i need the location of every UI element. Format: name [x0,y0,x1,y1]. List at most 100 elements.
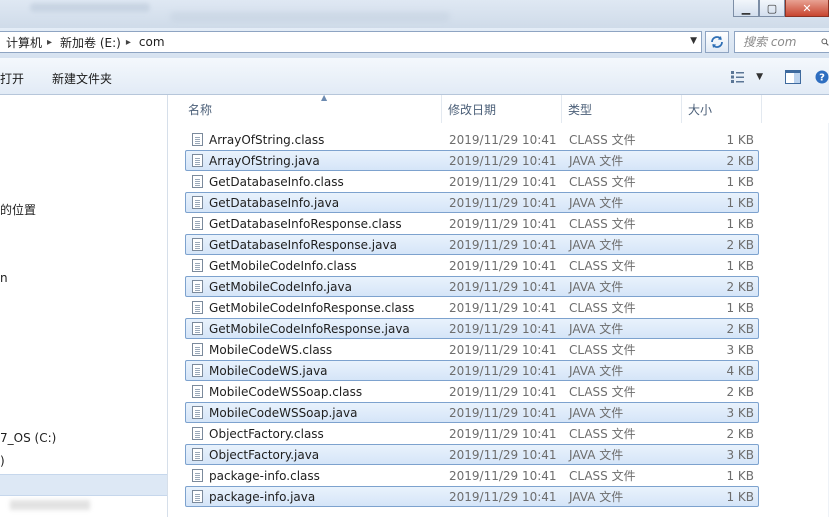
file-type: JAVA 文件 [569,280,624,294]
file-row[interactable]: GetDatabaseInfoResponse.java 2019/11/29 1… [185,234,759,255]
file-list-pane[interactable]: ▲ 名称 修改日期 类型 大小 ArrayOfString.class 2019/… [168,93,829,517]
file-row[interactable]: ArrayOfString.java 2019/11/29 10:41 JAVA 文… [185,150,759,171]
file-modified-date: 2019/11/29 10:41 [449,217,557,231]
maximize-button[interactable]: ▢ [759,0,785,17]
file-row[interactable]: GetMobileCodeInfoResponse.java 2019/11/29… [185,318,759,339]
file-type: JAVA 文件 [569,196,624,210]
document-icon [192,427,203,440]
document-icon [192,217,203,230]
breadcrumb-com[interactable]: com [133,35,168,49]
file-row[interactable]: MobileCodeWSSoap.class 2019/11/29 10:41 CL… [185,381,759,402]
file-modified-date: 2019/11/29 10:41 [449,322,557,336]
file-row[interactable]: GetDatabaseInfo.java 2019/11/29 10:41 JAVA… [185,192,759,213]
file-row[interactable]: GetDatabaseInfoResponse.class 2019/11/29 … [185,213,759,234]
file-modified-date: 2019/11/29 10:41 [449,490,557,504]
file-name: GetMobileCodeInfo.class [209,259,357,273]
file-modified-date: 2019/11/29 10:41 [449,406,557,420]
column-header-date[interactable]: 修改日期 [442,95,562,123]
file-name: MobileCodeWSSoap.class [209,385,363,399]
file-type: CLASS 文件 [569,469,636,483]
search-box[interactable] [734,31,829,53]
file-name: GetMobileCodeInfoResponse.class [209,301,415,315]
file-modified-date: 2019/11/29 10:41 [449,238,557,252]
file-name: ObjectFactory.java [209,448,320,462]
file-name: GetMobileCodeInfoResponse.java [209,322,410,336]
view-tools: ▼ ? [721,67,829,87]
file-row[interactable]: ObjectFactory.java 2019/11/29 10:41 JAVA 文… [185,444,759,465]
file-name: ArrayOfString.java [209,154,320,168]
file-size: 1 KB [726,217,754,231]
search-icon[interactable] [821,36,829,48]
file-size: 1 KB [726,133,754,147]
breadcrumb-separator-icon[interactable]: ▸ [45,37,54,48]
refresh-button[interactable] [705,31,729,53]
blurred-nav-region [10,500,90,510]
blurred-title-region-2 [170,12,450,22]
new-folder-button[interactable]: 新建文件夹 [52,70,112,87]
nav-item-selected[interactable] [0,474,167,496]
file-name: MobileCodeWS.java [209,364,328,378]
file-row[interactable]: GetMobileCodeInfo.class 2019/11/29 10:41 C… [185,255,759,276]
breadcrumb-drive-e[interactable]: 新加卷 (E:) [54,34,124,51]
file-row[interactable]: MobileCodeWS.java 2019/11/29 10:41 JAVA 文件… [185,360,759,381]
file-row[interactable]: GetMobileCodeInfo.java 2019/11/29 10:41 JA… [185,276,759,297]
address-history-dropdown-icon[interactable]: ▼ [690,36,697,46]
document-icon [192,196,203,209]
preview-pane-icon [785,70,801,84]
file-modified-date: 2019/11/29 10:41 [449,154,557,168]
chevron-down-icon[interactable]: ▼ [756,72,763,82]
file-type: JAVA 文件 [569,322,624,336]
column-header-size-label: 大小 [688,102,713,117]
file-row[interactable]: GetMobileCodeInfoResponse.class 2019/11/2… [185,297,759,318]
file-name: GetDatabaseInfo.class [209,175,344,189]
file-row[interactable]: package-info.java 2019/11/29 10:41 JAVA 文件… [185,486,759,507]
preview-pane-button[interactable] [785,70,801,84]
file-size: 2 KB [726,385,754,399]
file-row[interactable]: ObjectFactory.class 2019/11/29 10:41 CLASS… [185,423,759,444]
column-header-type-label: 类型 [568,102,593,117]
file-size: 1 KB [726,490,754,504]
document-icon [192,133,203,146]
file-name: MobileCodeWSSoap.java [209,406,358,420]
open-button[interactable]: 打开 [0,70,24,87]
search-input[interactable] [741,34,821,50]
close-button[interactable]: ✕ [785,0,829,17]
file-modified-date: 2019/11/29 10:41 [449,175,557,189]
nav-item-recent-places[interactable]: 的位置 [0,201,36,218]
nav-item-drive-partial[interactable]: ) [0,454,5,468]
breadcrumb-computer[interactable]: 计算机 [0,34,45,51]
file-modified-date: 2019/11/29 10:41 [449,280,557,294]
column-header-type[interactable]: 类型 [562,95,682,123]
document-icon [192,322,203,335]
file-row[interactable]: MobileCodeWSSoap.java 2019/11/29 10:41 JAV… [185,402,759,423]
file-modified-date: 2019/11/29 10:41 [449,427,557,441]
view-options-button[interactable]: ▼ [731,71,763,83]
file-size: 1 KB [726,301,754,315]
document-icon [192,280,203,293]
file-type: CLASS 文件 [569,343,636,357]
file-type: CLASS 文件 [569,259,636,273]
file-row[interactable]: ArrayOfString.class 2019/11/29 10:41 CLASS… [185,129,759,150]
file-row[interactable]: package-info.class 2019/11/29 10:41 CLASS … [185,465,759,486]
nav-item-drive-c[interactable]: 7_OS (C:) [0,431,56,445]
file-list: ArrayOfString.class 2019/11/29 10:41 CLASS… [185,129,759,507]
file-modified-date: 2019/11/29 10:41 [449,448,557,462]
nav-item-partial[interactable]: n [0,271,8,285]
minimize-button[interactable]: ▁ [733,0,759,17]
breadcrumb-separator-icon[interactable]: ▸ [124,37,133,48]
file-row[interactable]: MobileCodeWS.class 2019/11/29 10:41 CLASS … [185,339,759,360]
document-icon [192,343,203,356]
document-icon [192,154,203,167]
file-size: 3 KB [726,448,754,462]
file-name: GetMobileCodeInfo.java [209,280,352,294]
address-bar[interactable]: 计算机 ▸ 新加卷 (E:) ▸ com ▼ [0,31,702,53]
column-header-name[interactable]: ▲ 名称 [182,93,442,123]
column-header-name-label: 名称 [188,102,213,117]
file-size: 2 KB [726,280,754,294]
help-button[interactable]: ? [815,70,829,84]
file-row[interactable]: GetDatabaseInfo.class 2019/11/29 10:41 CLA… [185,171,759,192]
navigation-pane[interactable]: 的位置 n 7_OS (C:) ) [0,95,168,517]
help-icon: ? [815,70,829,84]
window-titlebar: ▁ ▢ ✕ [0,0,829,28]
column-header-size[interactable]: 大小 [682,95,762,123]
